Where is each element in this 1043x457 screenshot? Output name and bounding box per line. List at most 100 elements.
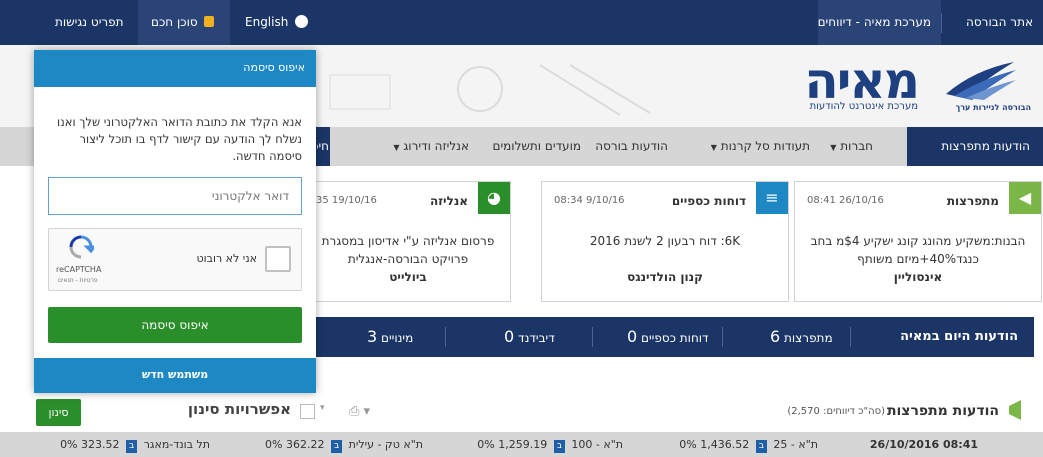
panel-instructions: אנא הקלד את כתובת הדואר האלקטרוני שלך וא… (57, 115, 302, 163)
recaptcha-logo-icon (68, 235, 97, 259)
ticker-item[interactable]: ת"א - 25 ב 1,436.52 0% (679, 432, 818, 457)
stat-label: מתפרצות (784, 331, 833, 345)
select-checkbox[interactable] (300, 404, 315, 419)
ticker-change: 0% (265, 438, 283, 451)
nav-funds[interactable]: קרנות ▼ (711, 127, 752, 166)
globe-icon (295, 15, 309, 28)
card-company[interactable]: אינסוליין (805, 270, 1031, 284)
stat-number: 6 (770, 327, 781, 346)
nav-companies-label: חברות (840, 139, 873, 153)
today-divider (592, 327, 593, 347)
ticker-name: ת"א - 100 (571, 438, 623, 451)
card-flash[interactable]: ◀ מתפרצות 08:41 26/10/16 הבנות:משקיע מהו… (794, 181, 1042, 302)
ticker-value: 1,259.19 (498, 438, 548, 451)
reset-password-button[interactable]: איפוס סיסמה (48, 307, 302, 343)
english-label: English (245, 15, 289, 29)
ticker-name: ת"א טק - עילית (348, 438, 423, 451)
link-english[interactable]: English (245, 15, 309, 29)
nav-funds-label: קרנות (720, 139, 752, 153)
filter-total: (סה"כ דיווחים: 2,570) (787, 406, 885, 417)
today-stat-financial[interactable]: דוחות כספיים 0 (623, 317, 709, 357)
email-field[interactable] (48, 177, 302, 215)
print-icon[interactable]: ⎙ ▾ (349, 404, 370, 419)
header-decor (320, 55, 700, 123)
link-site[interactable]: אתר הבורסה (966, 15, 1033, 29)
filter-options[interactable]: אפשרויות סינון (188, 400, 291, 418)
card-title: מתפרצות (946, 194, 999, 208)
filter-button[interactable]: סינון (36, 399, 81, 426)
flash-megaphone-icon (1009, 400, 1021, 420)
stat-number: 0 (627, 327, 638, 346)
tase-label: הבורסה לניירות ערך (955, 103, 1031, 112)
megaphone-icon: ◀ (1009, 182, 1041, 214)
coins-icon: ≡ (756, 182, 788, 214)
card-title: דוחות כספיים (671, 194, 746, 208)
recaptcha-label: אני לא רובוט (196, 252, 257, 265)
link-accessibility[interactable]: תפריט נגישות (55, 15, 124, 29)
smart-agent-label: סוכן חכם (151, 15, 198, 29)
ticker-change: 0% (679, 438, 697, 451)
card-date: 35 19/10/16 (316, 195, 377, 206)
nav-tase-announcements[interactable]: הודעות בורסה (595, 127, 668, 166)
panel-title: איפוס סיסמה (243, 61, 305, 74)
nav-flash-reports[interactable]: הודעות מתפרצות (941, 127, 1030, 166)
pie-icon: ◕ (478, 182, 510, 214)
today-stat-flash[interactable]: מתפרצות 6 (766, 317, 833, 357)
card-body[interactable]: הבנות:משקיע מהונג קונג ישקיע $4מ בחב כנג… (805, 232, 1031, 268)
nav-dates-payments[interactable]: מועדים ותשלומים (493, 127, 582, 166)
card-body[interactable]: פרסום אנליזה ע"י אדיסון במסגרת פרויקט הב… (316, 232, 500, 268)
ticker-name: ת"א - 25 (773, 438, 818, 451)
tase-logo-icon (944, 60, 1016, 100)
ticker-value: 1,436.52 (700, 438, 750, 451)
ticker-value: 362.22 (285, 438, 325, 451)
ticker-badge: ב (755, 440, 767, 453)
lock-icon (204, 16, 215, 27)
ticker-change: 0% (477, 438, 495, 451)
topbar-divider (941, 13, 942, 33)
filter-title: הודעות מתפרצות (886, 403, 999, 419)
card-financial[interactable]: ≡ דוחות כספיים 08:34 9/10/16 6K: דוח רבע… (541, 181, 789, 302)
card-company[interactable]: קנון הולדינגס (552, 270, 778, 284)
ticker-value: 323.52 (81, 438, 120, 451)
ticker-time: 26/10/2016 08:41 (869, 438, 978, 451)
today-label: הודעות היום במאיה (900, 329, 1018, 344)
card-company[interactable]: ביולייט (316, 270, 500, 284)
link-smart-agent[interactable]: סוכן חכם (151, 15, 215, 29)
maya-logo-subtitle: מערכת אינטרנט להודעות (809, 101, 918, 112)
stat-label: דוחות כספיים (641, 331, 709, 345)
ticker-item[interactable]: תל בונד-מאגר ב 323.52 0% (60, 432, 210, 457)
nav-analysis-rating[interactable]: אנליזה ודירוג ▼ (393, 127, 469, 166)
chevron-down-icon: ▼ (710, 143, 717, 152)
nav-etf[interactable]: תעודות סל (755, 127, 810, 166)
today-divider (722, 327, 723, 347)
ticker-badge: ב (126, 440, 138, 453)
chevron-down-icon: ▼ (393, 143, 400, 152)
card-analysis[interactable]: ◕ אנליזה 35 19/10/16 פרסום אנליזה ע"י אד… (316, 181, 511, 302)
ticker-name: תל בונד-מאגר (143, 438, 210, 451)
card-body[interactable]: 6K: דוח רבעון 2 לשנת 2016 (552, 232, 778, 250)
nav-analysis-label: אנליזה ודירוג (403, 139, 469, 153)
new-user-link[interactable]: משתמש חדש (34, 368, 316, 381)
chevron-down-icon: ▼ (830, 143, 837, 152)
link-maya-reports[interactable]: מערכת מאיה - דיווחים (818, 15, 931, 29)
ticker-badge: ב (330, 440, 343, 453)
card-date: 08:34 9/10/16 (554, 195, 625, 206)
stat-label: דיבידנד (518, 331, 555, 345)
recaptcha-links[interactable]: פרטיות - תנאים (58, 277, 98, 284)
today-stat-appointments[interactable]: מינויים 3 (363, 317, 413, 357)
stat-number: 0 (504, 327, 515, 346)
recaptcha-brand: reCAPTCHA (56, 265, 102, 274)
nav-search[interactable]: חיפ (317, 127, 329, 166)
ticker-badge: ב (553, 440, 565, 453)
ticker-item[interactable]: ת"א טק - עילית ב 362.22 0% (265, 432, 423, 457)
ticker-item[interactable]: ת"א - 100 ב 1,259.19 0% (477, 432, 623, 457)
recaptcha-checkbox[interactable] (265, 246, 291, 272)
ticker-change: 0% (60, 438, 78, 451)
today-divider (850, 327, 851, 347)
today-divider (445, 327, 446, 347)
card-title: אנליזה (429, 194, 468, 208)
nav-companies[interactable]: חברות ▼ (830, 127, 873, 166)
stat-number: 3 (367, 327, 378, 346)
today-stat-dividend[interactable]: דיבידנד 0 (500, 317, 555, 357)
select-dropdown-icon[interactable]: ▾ (320, 403, 325, 413)
